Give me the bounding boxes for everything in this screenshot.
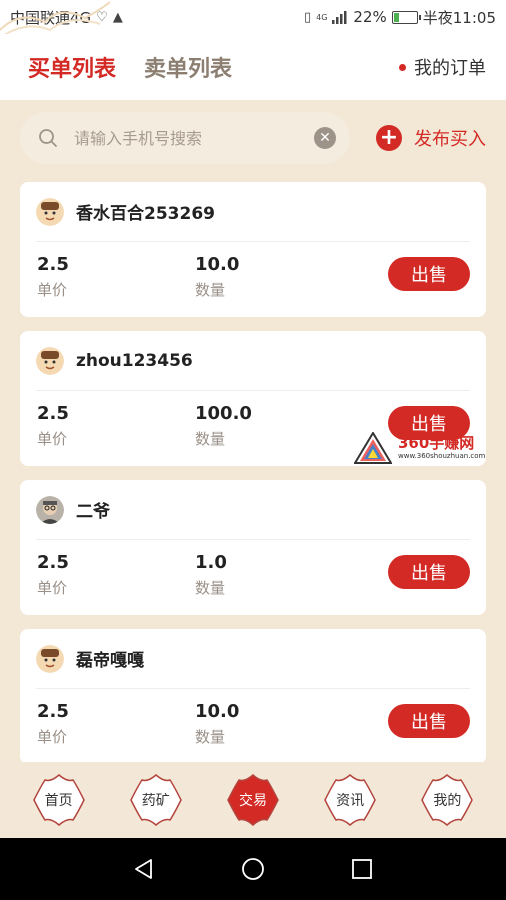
tab-sell-orders[interactable]: 卖单列表	[144, 51, 232, 83]
price-value: 2.5	[37, 403, 69, 424]
username: 二爷	[76, 502, 110, 522]
quantity-value: 10.0	[195, 701, 240, 722]
cartoon-avatar-icon	[36, 346, 64, 375]
publish-buy-label: 发布买入	[414, 129, 486, 150]
price-label: 单价	[37, 579, 68, 597]
order-user: 二爷	[36, 492, 470, 540]
quantity-value: 100.0	[195, 403, 252, 424]
tab-buy-orders[interactable]: 买单列表	[28, 51, 116, 83]
cartoon-avatar-icon	[36, 644, 64, 673]
my-orders-link[interactable]: 我的订单	[399, 54, 486, 80]
search-box[interactable]: ✕	[20, 112, 350, 164]
system-nav-bar	[0, 838, 506, 900]
nav-mine[interactable]: 药矿	[128, 772, 184, 828]
plus-icon: +	[376, 125, 402, 151]
quantity-stat: 10.0 数量	[195, 254, 239, 300]
quantity-label: 数量	[195, 430, 226, 448]
price-stat: 2.5 单价	[37, 254, 69, 300]
price-label: 单价	[37, 430, 68, 448]
price-stat: 2.5 单价	[37, 403, 69, 449]
carrier-label: 中国联通4G	[10, 8, 92, 27]
red-dot-icon	[399, 63, 406, 71]
clock: 半夜11:05	[422, 8, 496, 27]
order-card: 磊帝嘎嘎 2.5 单价 10.0 数量 出售	[20, 629, 486, 764]
nav-mine-label: 药矿	[141, 793, 170, 809]
sell-button[interactable]: 出售	[388, 555, 470, 589]
watermark-url: www.360shouzhuan.com	[398, 452, 486, 460]
vibrate-icon: ▯	[303, 9, 312, 25]
order-card: 二爷 2.5 单价 1.0 数量 出售	[20, 480, 486, 615]
back-icon[interactable]	[132, 857, 156, 881]
heart-rate-icon: ♡	[96, 9, 108, 25]
home-icon[interactable]	[241, 857, 265, 881]
order-user: 香水百合253269	[36, 194, 470, 242]
quantity-stat: 100.0 数量	[195, 403, 252, 449]
price-stat: 2.5 单价	[37, 552, 69, 598]
price-stat: 2.5 单价	[37, 701, 69, 747]
search-row: ✕ + 发布买入	[20, 112, 486, 164]
status-bar: 中国联通4G ♡ ▲ ▯ 4G 22% 半夜11:05	[0, 0, 506, 39]
photo-avatar-icon	[36, 495, 64, 524]
price-label: 单价	[37, 728, 68, 746]
sell-button[interactable]: 出售	[388, 257, 470, 291]
quantity-value: 1.0	[195, 552, 227, 573]
signal-icon	[332, 10, 347, 24]
nav-news[interactable]: 资讯	[322, 772, 378, 828]
buy-order-list: 香水百合253269 2.5 单价 10.0 数量 出售 zhou123456 …	[20, 182, 486, 778]
price-value: 2.5	[37, 701, 69, 722]
watermark-text: 360手赚网 www.360shouzhuan.com	[398, 436, 485, 460]
status-right: ▯ 4G 22% 半夜11:05	[304, 7, 496, 28]
nav-news-label: 资讯	[336, 793, 365, 809]
nav-home-label: 首页	[44, 793, 73, 809]
battery-icon	[391, 10, 421, 24]
quantity-label: 数量	[195, 579, 226, 597]
cartoon-avatar-icon	[36, 197, 64, 226]
nav-trade[interactable]: 交易	[225, 772, 281, 828]
recents-icon[interactable]	[350, 857, 374, 881]
nav-home[interactable]: 首页	[31, 772, 87, 828]
quantity-label: 数量	[195, 281, 226, 299]
sell-button[interactable]: 出售	[388, 704, 470, 738]
bottom-nav: 首页 药矿 交易 资讯 我的	[0, 762, 506, 838]
quantity-stat: 10.0 数量	[195, 701, 239, 747]
watermark: 360手赚网 www.360shouzhuan.com	[354, 432, 485, 464]
nav-trade-label: 交易	[238, 793, 267, 809]
my-orders-label: 我的订单	[414, 58, 486, 79]
network-type-label: 4G	[316, 12, 328, 22]
quantity-value: 10.0	[195, 254, 240, 275]
price-label: 单价	[37, 281, 68, 299]
watermark-logo-icon	[354, 432, 392, 464]
order-card: 香水百合253269 2.5 单价 10.0 数量 出售	[20, 182, 486, 317]
username: 香水百合253269	[76, 204, 215, 224]
search-icon	[39, 129, 57, 147]
battery-percent: 22%	[353, 8, 387, 26]
notification-icon: ▲	[112, 9, 123, 25]
search-input[interactable]	[74, 128, 314, 148]
watermark-title: 360手赚网	[398, 434, 475, 452]
order-user: zhou123456	[36, 343, 470, 391]
publish-buy-button[interactable]: + 发布买入	[376, 125, 486, 151]
order-list-header: 买单列表 卖单列表 我的订单	[0, 34, 506, 100]
price-value: 2.5	[37, 254, 69, 275]
status-left: 中国联通4G ♡ ▲	[10, 7, 123, 28]
order-user: 磊帝嘎嘎	[36, 641, 470, 689]
price-value: 2.5	[37, 552, 69, 573]
quantity-stat: 1.0 数量	[195, 552, 227, 598]
nav-profile-label: 我的	[433, 793, 462, 809]
quantity-label: 数量	[195, 728, 226, 746]
username: zhou123456	[76, 350, 193, 371]
clear-icon[interactable]: ✕	[314, 127, 336, 149]
username: 磊帝嘎嘎	[76, 651, 144, 671]
nav-profile[interactable]: 我的	[419, 772, 475, 828]
